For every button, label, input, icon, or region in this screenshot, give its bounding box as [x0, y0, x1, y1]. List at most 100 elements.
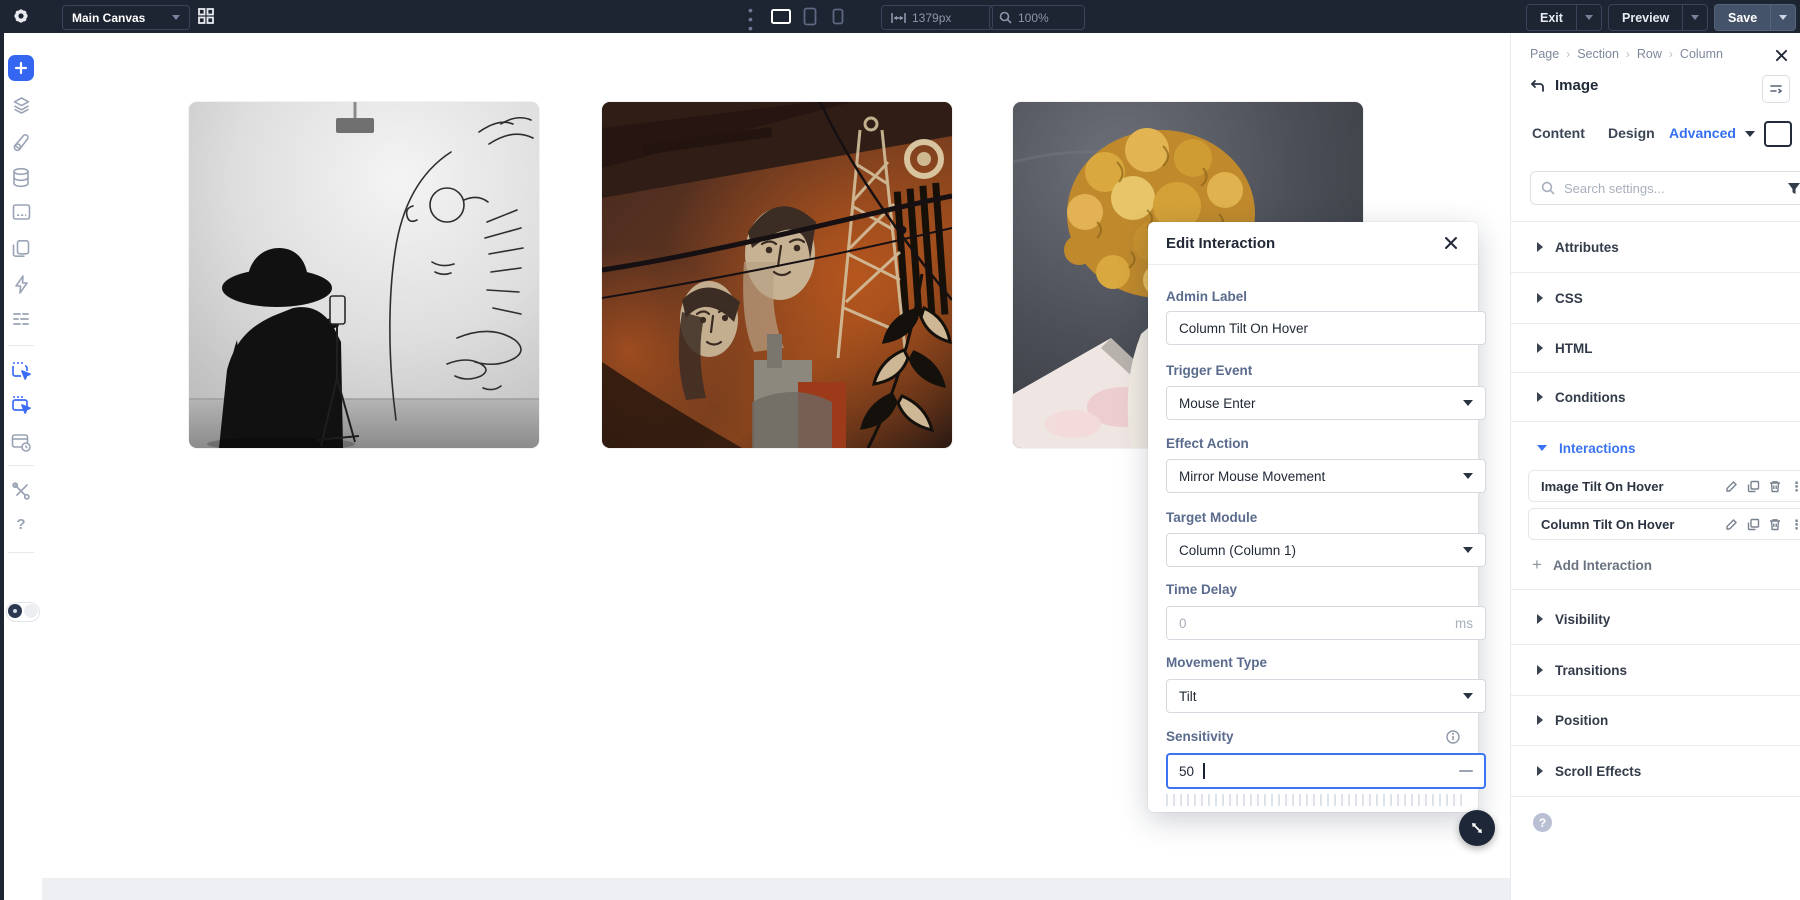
trigger-event-select[interactable]: Mouse Enter	[1166, 386, 1486, 420]
tools-icon[interactable]	[0, 481, 42, 501]
field-label-movement-type: Movement Type	[1166, 655, 1267, 670]
exit-button[interactable]: Exit	[1527, 5, 1576, 30]
target-module-select[interactable]: Column (Column 1)	[1166, 533, 1486, 567]
section-interactions[interactable]: Interactions	[1511, 423, 1800, 473]
rail-help-icon[interactable]: ?	[0, 516, 42, 533]
admin-label-input[interactable]: Column Tilt On Hover	[1166, 311, 1486, 345]
info-icon[interactable]	[1446, 730, 1460, 744]
tab-advanced[interactable]: Advanced	[1669, 125, 1736, 141]
tab-design[interactable]: Design	[1608, 125, 1655, 141]
image-bw-gallery-photo[interactable]	[189, 102, 539, 448]
rail-mode-toggle[interactable]	[6, 602, 40, 622]
canvas-width-control[interactable]: 1379px	[881, 5, 993, 30]
forms-fields-icon[interactable]	[0, 310, 42, 328]
apps-grid-icon[interactable]	[197, 7, 215, 25]
tab-content[interactable]: Content	[1532, 125, 1585, 141]
dynamic-data-bolt-icon[interactable]	[0, 274, 42, 295]
breadcrumb-page[interactable]: Page	[1530, 47, 1559, 61]
preview-button[interactable]: Preview	[1609, 5, 1682, 30]
add-element-button[interactable]	[0, 55, 42, 81]
search-input[interactable]	[1562, 180, 1780, 197]
caret-down-icon	[1537, 445, 1547, 451]
select-chevron-icon	[1463, 693, 1473, 699]
effect-action-select[interactable]: Mirror Mouse Movement	[1166, 459, 1486, 493]
image-mural-photo[interactable]	[602, 102, 952, 448]
interaction-item[interactable]: Image Tilt On Hover ⋮	[1528, 470, 1800, 502]
modal-resize-button[interactable]	[1459, 810, 1495, 846]
panel-help-button[interactable]: ?	[1533, 813, 1552, 832]
filter-funnel-icon[interactable]	[1787, 182, 1800, 195]
module-title-row: Image	[1530, 77, 1598, 94]
breadcrumb-row[interactable]: Row	[1637, 47, 1662, 61]
preview-dropdown-button[interactable]	[1682, 5, 1707, 30]
select-chevron-icon	[1463, 400, 1473, 406]
frame-indicator-icon[interactable]	[1764, 121, 1792, 147]
database-icon[interactable]	[0, 167, 42, 188]
delete-trash-icon[interactable]	[1769, 518, 1781, 531]
toggle-on-knob	[8, 604, 22, 618]
section-conditions[interactable]: Conditions	[1511, 372, 1800, 422]
edit-pencil-icon[interactable]	[1725, 518, 1738, 531]
pointer-select-icon[interactable]	[0, 360, 42, 382]
kebab-menu-icon[interactable]: ⋮	[1790, 480, 1800, 493]
section-attributes[interactable]: Attributes	[1511, 222, 1800, 272]
edit-pencil-icon[interactable]	[1725, 480, 1738, 493]
section-scroll-effects[interactable]: Scroll Effects	[1511, 746, 1800, 796]
plus-icon	[8, 55, 34, 81]
exit-dropdown-button[interactable]	[1576, 5, 1601, 30]
modal-close-icon[interactable]	[1444, 236, 1458, 250]
section-visibility[interactable]: Visibility	[1511, 594, 1800, 644]
field-label-target-module: Target Module	[1166, 510, 1257, 525]
templates-copy-icon[interactable]	[0, 238, 42, 259]
kebab-menu-icon[interactable]: ⋮	[1790, 518, 1800, 531]
tablet-preview-icon[interactable]	[803, 7, 817, 26]
section-html[interactable]: HTML	[1511, 323, 1800, 373]
settings-search[interactable]	[1530, 171, 1800, 205]
section-transitions[interactable]: Transitions	[1511, 645, 1800, 695]
movement-type-select[interactable]: Tilt	[1166, 679, 1486, 713]
save-button[interactable]: Save	[1715, 5, 1770, 30]
select-chevron-icon	[1463, 547, 1473, 553]
zoom-control[interactable]: 100%	[989, 5, 1085, 30]
section-position[interactable]: Position	[1511, 695, 1800, 745]
select-chevron-icon	[1463, 473, 1473, 479]
tabs-chevron-down-icon[interactable]	[1745, 131, 1755, 137]
duplicate-icon[interactable]	[1747, 480, 1760, 493]
interaction-item[interactable]: Column Tilt On Hover ⋮	[1528, 508, 1800, 540]
media-card-icon[interactable]	[0, 202, 42, 222]
width-arrows-icon	[891, 12, 906, 24]
canvas-selector[interactable]: Main Canvas	[62, 5, 190, 30]
delete-trash-icon[interactable]	[1769, 480, 1781, 493]
mobile-preview-icon[interactable]	[832, 8, 844, 25]
time-delay-input[interactable]: 0 ms	[1166, 606, 1486, 640]
layout-manager-icon[interactable]	[0, 432, 42, 453]
design-library-icon[interactable]	[0, 132, 42, 153]
collapse-panel-icon	[1769, 83, 1783, 95]
caret-right-icon	[1537, 766, 1543, 776]
caret-right-icon	[1537, 293, 1543, 303]
back-arrow-icon[interactable]	[1530, 79, 1545, 93]
add-interaction-button[interactable]: + Add Interaction	[1532, 555, 1652, 575]
sensitivity-slider-ticks[interactable]	[1166, 794, 1462, 806]
caret-right-icon	[1537, 392, 1543, 402]
more-options-icon[interactable]: •••	[748, 6, 753, 33]
section-css[interactable]: CSS	[1511, 273, 1800, 323]
edit-interaction-modal: Edit Interaction Admin Label Column Tilt…	[1148, 222, 1478, 812]
save-button-group: Save	[1714, 4, 1796, 31]
breadcrumb-section[interactable]: Section	[1577, 47, 1619, 61]
save-dropdown-button[interactable]	[1770, 5, 1795, 30]
drag-handle-icon[interactable]	[1459, 770, 1473, 772]
module-title: Image	[1555, 77, 1598, 94]
panel-close-icon[interactable]	[1775, 49, 1788, 62]
settings-gear-icon[interactable]	[11, 6, 31, 26]
time-delay-unit: ms	[1455, 616, 1473, 631]
panel-expand-button[interactable]	[1762, 75, 1790, 103]
desktop-preview-icon[interactable]	[770, 8, 792, 25]
layers-icon[interactable]	[0, 95, 42, 116]
duplicate-icon[interactable]	[1747, 518, 1760, 531]
sensitivity-input[interactable]: 50	[1166, 753, 1486, 789]
zoom-magnifier-icon	[999, 11, 1012, 24]
text-caret	[1203, 763, 1205, 779]
breadcrumb-column[interactable]: Column	[1680, 47, 1723, 61]
pointer-multi-select-icon[interactable]	[0, 394, 42, 416]
